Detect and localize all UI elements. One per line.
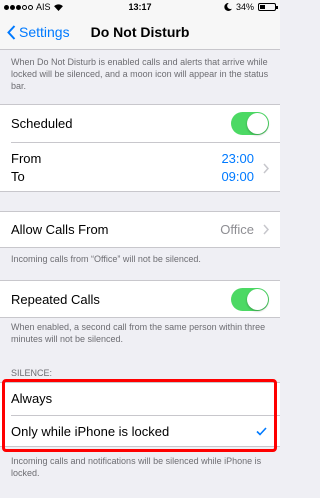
to-time: 09:00 xyxy=(221,169,254,184)
navigation-bar: Settings Do Not Disturb xyxy=(0,14,280,50)
allow-calls-value: Office xyxy=(220,222,254,237)
chevron-right-icon xyxy=(263,224,269,235)
battery-percent: 34% xyxy=(235,2,254,12)
status-bar: AIS 13:17 34% xyxy=(0,0,280,14)
from-time: 23:00 xyxy=(221,151,254,166)
repeated-calls-label: Repeated Calls xyxy=(11,291,100,307)
divider xyxy=(11,142,280,143)
scheduled-toggle[interactable] xyxy=(231,112,269,135)
page-title: Do Not Disturb xyxy=(90,24,190,40)
to-label: To xyxy=(11,169,25,184)
scheduled-group: Scheduled From To 23:00 09:00 xyxy=(0,104,280,192)
allow-calls-group: Allow Calls From Office xyxy=(0,211,280,248)
silence-header: SILENCE: xyxy=(11,368,53,378)
chevron-right-icon xyxy=(263,163,269,174)
battery-icon xyxy=(258,3,278,11)
moon-icon xyxy=(224,3,232,11)
scheduled-label: Scheduled xyxy=(11,116,73,131)
allow-calls-label: Allow Calls From xyxy=(11,222,109,237)
status-right: 34% xyxy=(224,2,278,12)
schedule-time-row[interactable]: From To 23:00 09:00 xyxy=(11,145,280,191)
intro-description: When Do Not Disturb is enabled calls and… xyxy=(11,57,269,91)
highlight-box xyxy=(2,379,277,452)
silence-description: Incoming calls and notifications will be… xyxy=(11,456,262,478)
from-label: From xyxy=(11,151,42,166)
allow-calls-description: Incoming calls from “Office” will not be… xyxy=(11,254,201,264)
allow-calls-row[interactable]: Allow Calls From Office xyxy=(11,212,280,247)
repeated-calls-description: When enabled, a second call from the sam… xyxy=(11,322,266,344)
repeated-calls-toggle[interactable] xyxy=(231,288,269,311)
repeated-calls-group: Repeated Calls xyxy=(0,280,280,318)
